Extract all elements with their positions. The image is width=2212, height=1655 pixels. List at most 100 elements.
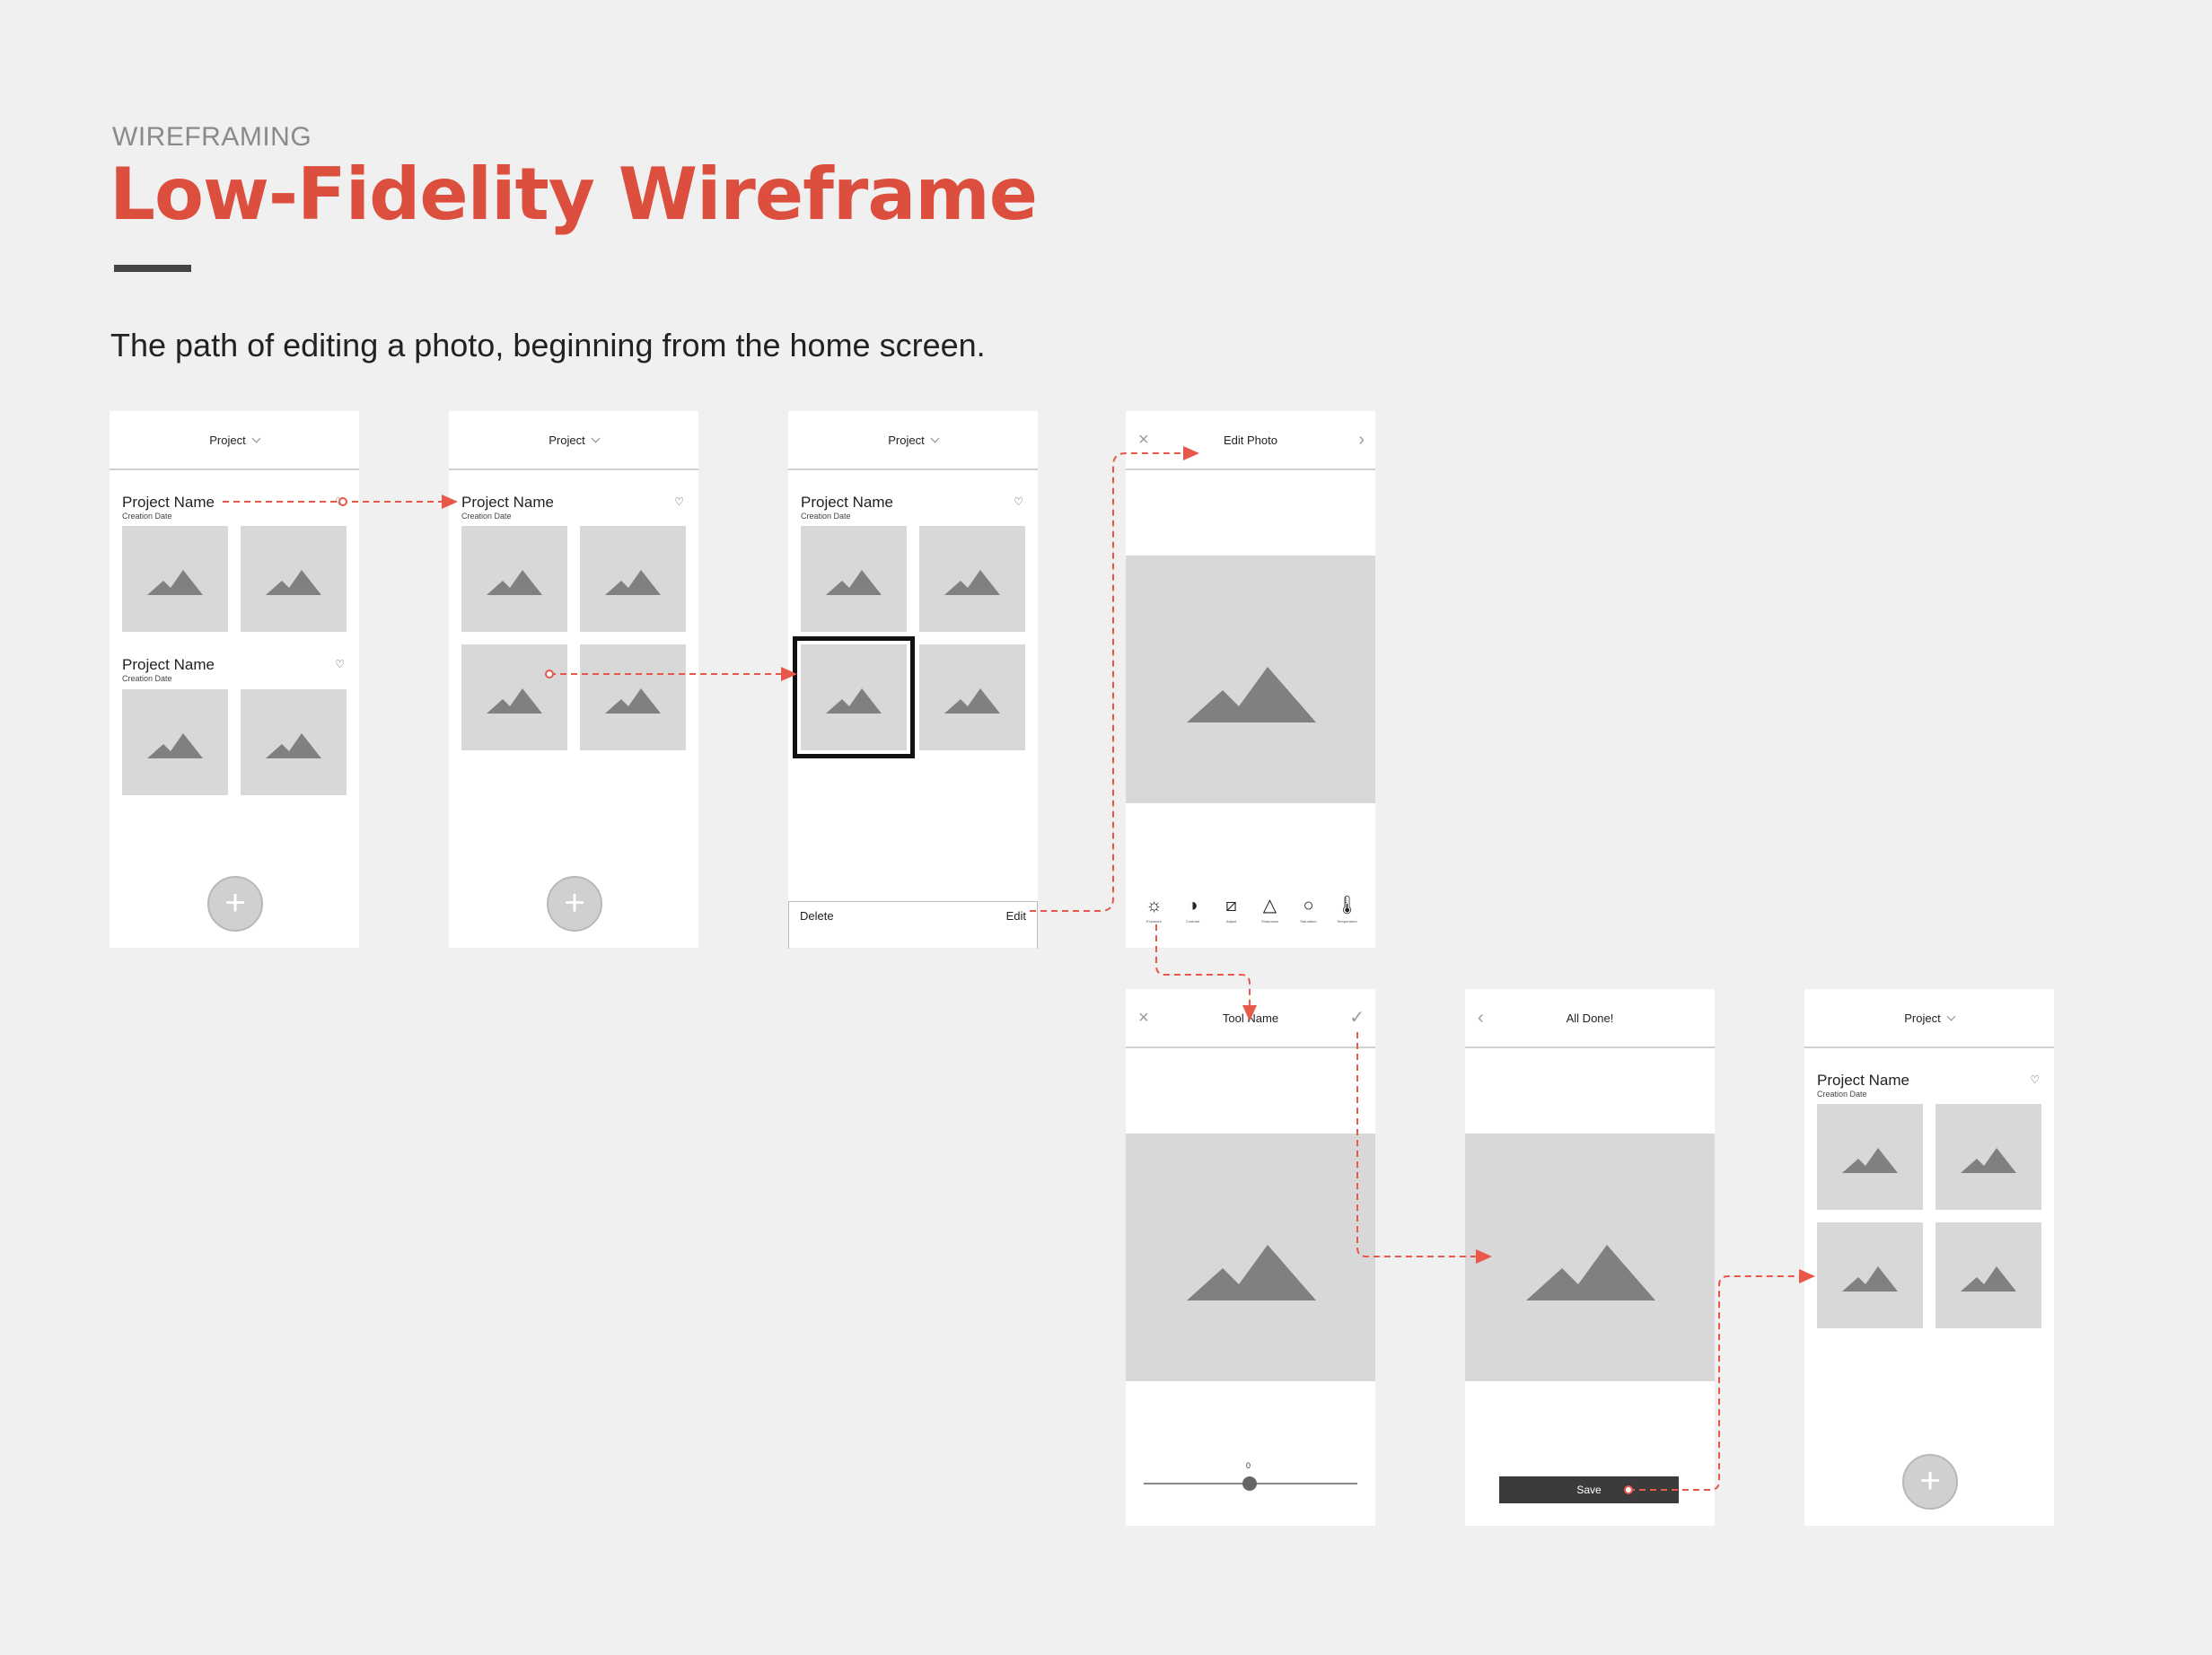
image-placeholder-icon (266, 570, 321, 595)
photo-preview (1126, 556, 1375, 803)
photo-thumbnail[interactable] (801, 526, 907, 632)
photo-thumbnail[interactable] (1936, 1104, 2041, 1210)
final-project-screen: Project Project Name Creation Date ♡ + (1804, 989, 2054, 1526)
heart-icon[interactable]: ♡ (335, 495, 345, 508)
close-icon[interactable]: × (1138, 431, 1149, 449)
page-title: Low-Fidelity Wireframe (110, 153, 1038, 236)
selected-photo-thumbnail[interactable] (793, 636, 915, 758)
slider-handle[interactable] (1242, 1476, 1257, 1491)
photo-thumbnail[interactable] (1936, 1222, 2041, 1328)
creation-date: Creation Date (1817, 1090, 1867, 1099)
photo-thumbnail[interactable] (461, 644, 567, 750)
photo-thumbnail[interactable] (580, 526, 686, 632)
project-name[interactable]: Project Name (122, 494, 215, 512)
tool-label: Contrast (1185, 919, 1200, 924)
header-label: Project (1904, 1011, 1941, 1025)
project-dropdown[interactable]: Project (1804, 989, 2054, 1048)
creation-date: Creation Date (801, 512, 851, 521)
project-screen: Project Project Name Creation Date ♡ + (449, 411, 698, 948)
image-placeholder-icon (944, 570, 1000, 595)
image-placeholder-icon (487, 688, 542, 714)
photo-thumbnail[interactable] (241, 526, 347, 632)
project-name: Project Name (1817, 1072, 1909, 1089)
heart-icon[interactable]: ♡ (335, 658, 345, 670)
tool-label: Exposure (1146, 919, 1162, 924)
section-eyebrow: WIREFRAMING (112, 122, 312, 152)
chevron-down-icon (1946, 1011, 1956, 1020)
tool-label: Sharpness (1260, 919, 1279, 924)
page-subtitle: The path of editing a photo, beginning f… (110, 327, 986, 363)
image-placeholder-icon (826, 688, 882, 714)
tool-label: Adjust (1225, 919, 1237, 924)
tool-saturation[interactable]: ○ Saturation (1294, 896, 1324, 924)
project-dropdown[interactable]: Project (788, 411, 1038, 470)
add-button[interactable]: + (207, 876, 263, 932)
close-icon[interactable]: × (1138, 1009, 1149, 1027)
save-button[interactable]: Save (1499, 1476, 1679, 1503)
photo-thumbnail[interactable] (122, 689, 228, 795)
image-placeholder-icon (1842, 1266, 1898, 1292)
heart-icon[interactable]: ♡ (2030, 1073, 2040, 1086)
triangle-icon: △ (1262, 896, 1277, 915)
photo-preview (1126, 1134, 1375, 1381)
chevron-down-icon (930, 433, 940, 442)
creation-date: Creation Date (122, 674, 172, 683)
photo-thumbnail[interactable] (1817, 1104, 1923, 1210)
tool-screen: × Tool Name ✓ 0 (1126, 989, 1375, 1526)
home-screen: Project Project Name Creation Date ♡ Pro… (110, 411, 359, 948)
chevron-right-icon[interactable]: › (1358, 431, 1365, 449)
adjust-icon: ⧄ (1225, 896, 1237, 915)
tool-label: Temperature (1337, 919, 1357, 924)
header-label: Edit Photo (1224, 433, 1277, 447)
photo-thumbnail[interactable] (919, 644, 1025, 750)
tool-contrast[interactable]: ◑ Contrast (1178, 896, 1208, 924)
thermometer-icon: 🌡 (1335, 896, 1359, 915)
title-divider (114, 265, 191, 272)
circle-icon: ○ (1303, 896, 1314, 915)
slider-value: 0 (1246, 1461, 1251, 1470)
project-name[interactable]: Project Name (122, 656, 215, 674)
image-placeholder-icon (944, 688, 1000, 714)
photo-thumbnail[interactable] (1817, 1222, 1923, 1328)
action-bar: Delete Edit (788, 901, 1038, 949)
heart-icon[interactable]: ♡ (674, 495, 684, 508)
photo-thumbnail[interactable] (919, 526, 1025, 632)
heart-icon[interactable]: ♡ (1014, 495, 1023, 508)
image-placeholder-icon (1961, 1148, 2016, 1173)
photo-thumbnail[interactable] (580, 644, 686, 750)
header-label: Project (209, 433, 246, 447)
delete-button[interactable]: Delete (800, 909, 834, 923)
project-dropdown[interactable]: Project (449, 411, 698, 470)
edit-photo-screen: × Edit Photo › ☼ Exposure ◑ Contrast ⧄ Adju… (1126, 411, 1375, 948)
project-dropdown[interactable]: Project (110, 411, 359, 470)
screen-header: ‹ All Done! (1465, 989, 1715, 1048)
image-placeholder-icon (1187, 667, 1316, 722)
add-button[interactable]: + (1902, 1454, 1958, 1510)
project-name: Project Name (461, 494, 554, 511)
photo-thumbnail[interactable] (241, 689, 347, 795)
image-placeholder-icon (147, 570, 203, 595)
edit-button[interactable]: Edit (1006, 909, 1026, 923)
all-done-screen: ‹ All Done! Save (1465, 989, 1715, 1526)
chevron-down-icon (251, 433, 261, 442)
tool-sharpness[interactable]: △ Sharpness (1255, 896, 1286, 924)
image-placeholder-icon (1961, 1266, 2016, 1292)
creation-date: Creation Date (122, 512, 172, 521)
check-icon[interactable]: ✓ (1349, 1009, 1365, 1027)
header-label: Project (549, 433, 585, 447)
add-button[interactable]: + (547, 876, 602, 932)
photo-thumbnail[interactable] (122, 526, 228, 632)
photo-thumbnail[interactable] (461, 526, 567, 632)
image-placeholder-icon (826, 570, 882, 595)
project-name: Project Name (801, 494, 893, 511)
screen-header: × Tool Name ✓ (1126, 989, 1375, 1048)
header-label: Project (888, 433, 925, 447)
image-placeholder-icon (266, 733, 321, 758)
chevron-left-icon[interactable]: ‹ (1478, 1009, 1484, 1027)
image-placeholder-icon (1842, 1148, 1898, 1173)
tool-temperature[interactable]: 🌡 Temperature (1332, 896, 1363, 924)
contrast-icon: ◑ (1187, 896, 1198, 915)
tool-adjust[interactable]: ⧄ Adjust (1216, 896, 1247, 924)
tool-exposure[interactable]: ☼ Exposure (1139, 896, 1170, 924)
photo-preview (1465, 1134, 1715, 1381)
